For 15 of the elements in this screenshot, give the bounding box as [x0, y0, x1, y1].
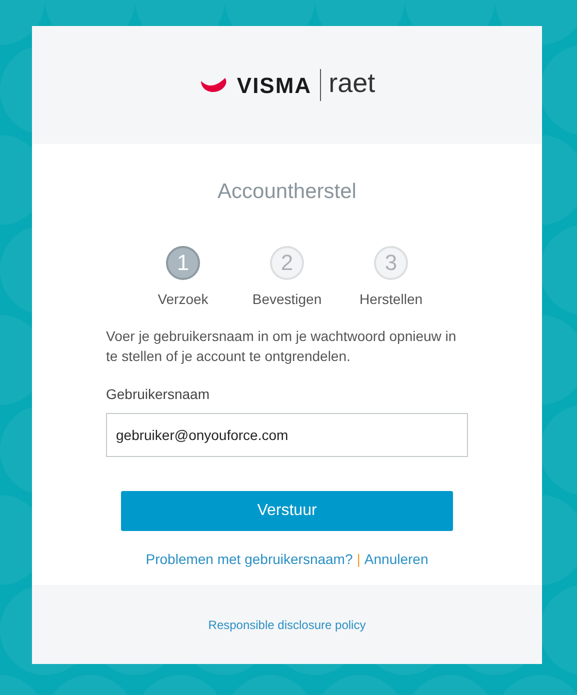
step-label: Herstellen	[359, 290, 423, 308]
page-title: Accountherstel	[218, 179, 356, 205]
step-label: Bevestigen	[252, 290, 322, 309]
logo-product: raet	[328, 70, 376, 100]
problems-link[interactable]: Problemen met gebruikersnaam?	[146, 548, 353, 570]
username-field[interactable]: gebruiker@onyouforce.com	[106, 412, 468, 456]
instructions-text: Voer je gebruikersnaam in om je wachtwoord opnieuw in te stellen of je account te ontgrendelen.	[106, 326, 458, 366]
step-label: Verzoek	[158, 290, 208, 308]
submit-button[interactable]: Verstuur	[121, 490, 453, 530]
logo-swoosh-icon	[198, 77, 229, 93]
disclosure-link[interactable]: Responsible disclosure policy	[208, 616, 366, 634]
logo-brand: VISMA	[236, 72, 312, 100]
link-separator: |	[356, 550, 360, 569]
field-label: Gebruikersnaam	[106, 384, 210, 404]
cancel-link[interactable]: Annuleren	[364, 548, 428, 570]
